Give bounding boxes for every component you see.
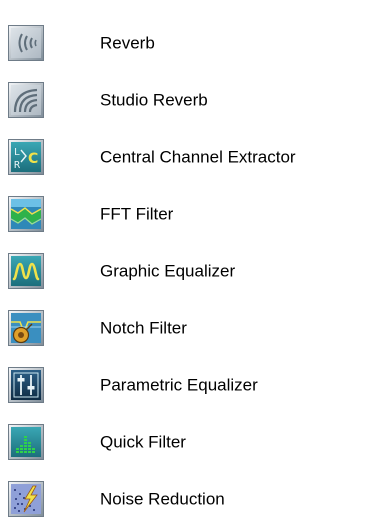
- effect-item-quick-filter[interactable]: Quick Filter: [8, 423, 379, 461]
- effect-item-graphic-equalizer[interactable]: Graphic Equalizer: [8, 252, 379, 290]
- graphic-equalizer-icon: [8, 253, 44, 289]
- effect-item-fft-filter[interactable]: FFT Filter: [8, 195, 379, 233]
- svg-text:C: C: [28, 151, 38, 167]
- effect-label-parametric-equalizer: Parametric Equalizer: [100, 375, 258, 395]
- parametric-equalizer-icon: [8, 367, 44, 403]
- effect-item-studio-reverb[interactable]: Studio Reverb: [8, 81, 379, 119]
- effect-label-reverb: Reverb: [100, 33, 155, 53]
- noise-reduction-icon: [8, 481, 44, 517]
- effect-item-central-channel-extractor[interactable]: L R C Central Channel Extractor: [8, 138, 379, 176]
- effect-label-central-channel-extractor: Central Channel Extractor: [100, 147, 296, 167]
- effect-label-notch-filter: Notch Filter: [100, 318, 187, 338]
- studio-reverb-icon: [8, 82, 44, 118]
- notch-filter-icon: [8, 310, 44, 346]
- central-channel-extractor-icon: L R C: [8, 139, 44, 175]
- effect-label-studio-reverb: Studio Reverb: [100, 90, 208, 110]
- effect-item-parametric-equalizer[interactable]: Parametric Equalizer: [8, 366, 379, 404]
- quick-filter-icon: [8, 424, 44, 460]
- svg-text:R: R: [14, 160, 21, 171]
- effect-list: Reverb Studio Reverb L R C Central Chann…: [0, 0, 379, 525]
- effect-item-notch-filter[interactable]: Notch Filter: [8, 309, 379, 347]
- effect-item-reverb[interactable]: Reverb: [8, 24, 379, 62]
- effect-label-noise-reduction: Noise Reduction: [100, 489, 225, 509]
- effect-label-graphic-equalizer: Graphic Equalizer: [100, 261, 236, 281]
- reverb-icon: [8, 25, 44, 61]
- fft-filter-icon: [8, 196, 44, 232]
- effect-item-noise-reduction[interactable]: Noise Reduction: [8, 480, 379, 518]
- effect-label-quick-filter: Quick Filter: [100, 432, 186, 452]
- svg-text:L: L: [14, 147, 20, 158]
- effect-label-fft-filter: FFT Filter: [100, 204, 174, 224]
